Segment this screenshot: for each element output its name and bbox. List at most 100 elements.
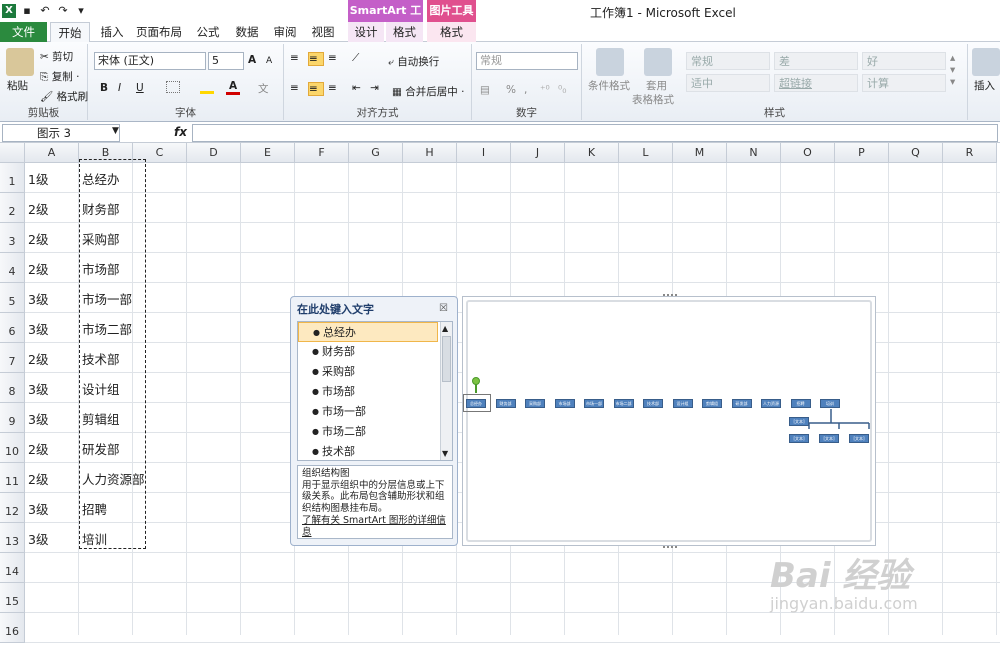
conditional-format-icon[interactable] <box>596 48 624 76</box>
org-chart-node[interactable]: 培训 <box>820 399 840 408</box>
text-pane-item[interactable]: 技术部 <box>298 442 438 460</box>
paste-icon[interactable] <box>6 48 34 76</box>
org-chart-node[interactable]: 设计组 <box>672 399 693 408</box>
text-pane-item[interactable]: 采购部 <box>298 362 438 382</box>
org-chart-node[interactable]: 总经办 <box>466 399 486 408</box>
cell-level[interactable]: 3级 <box>26 525 48 555</box>
row-header[interactable]: 3 <box>0 223 25 253</box>
customize-qat-icon[interactable]: ▾ <box>74 4 88 18</box>
column-header[interactable]: D <box>187 143 241 163</box>
row-header[interactable]: 12 <box>0 493 25 523</box>
column-header[interactable]: J <box>511 143 565 163</box>
style-neutral[interactable]: 适中 <box>686 74 770 92</box>
org-chart-node[interactable]: 财务部 <box>495 399 516 408</box>
row-header[interactable]: 1 <box>0 163 25 193</box>
org-chart-node[interactable]: 市场一部 <box>584 399 604 408</box>
styles-scroll-icon[interactable]: ▴ ▾ ▾ <box>950 52 955 88</box>
align-bottom-icon[interactable]: ≡ <box>328 52 344 66</box>
cell-level[interactable]: 3级 <box>26 405 48 435</box>
row-header[interactable]: 7 <box>0 343 25 373</box>
row-header[interactable]: 9 <box>0 403 25 433</box>
increase-decimal-icon[interactable]: ⁺⁰ <box>540 84 550 96</box>
excel-logo-icon[interactable]: X <box>2 4 16 18</box>
cell-level[interactable]: 3级 <box>26 315 48 345</box>
resize-handle-bottom[interactable] <box>663 544 677 548</box>
align-right-icon[interactable]: ≡ <box>328 82 344 96</box>
rotate-handle[interactable] <box>472 377 480 385</box>
percent-button[interactable]: % <box>506 84 516 96</box>
cell-level[interactable]: 2级 <box>26 345 48 375</box>
text-pane-item[interactable]: 市场二部 <box>298 422 438 442</box>
row-header[interactable]: 14 <box>0 553 25 583</box>
row-header[interactable]: 13 <box>0 523 25 553</box>
decrease-indent-icon[interactable]: ⇤ <box>352 82 361 94</box>
scroll-down-icon[interactable]: ▼ <box>442 449 448 458</box>
text-pane-close-icon[interactable]: ☒ <box>439 303 448 314</box>
style-bad[interactable]: 差 <box>774 52 858 70</box>
cell-level[interactable]: 2级 <box>26 255 48 285</box>
org-chart-node[interactable]: 研发部 <box>731 399 752 408</box>
number-format-select[interactable]: 常规 <box>476 52 578 70</box>
undo-icon[interactable]: ↶ <box>38 4 52 18</box>
column-header[interactable]: E <box>241 143 295 163</box>
text-pane-list[interactable]: 总经办财务部采购部市场部市场一部市场二部技术部 ▲ ▼ <box>297 321 453 461</box>
comma-button[interactable]: , <box>524 84 527 96</box>
row-header[interactable]: 11 <box>0 463 25 493</box>
tab-page-layout[interactable]: 页面布局 <box>133 22 185 42</box>
text-pane-scrollbar[interactable]: ▲ ▼ <box>440 322 452 460</box>
wrap-text-button[interactable]: ⤶ 自动换行 <box>388 54 439 69</box>
italic-button[interactable]: I <box>118 82 121 94</box>
cell-level[interactable]: 3级 <box>26 495 48 525</box>
text-pane-item[interactable]: 总经办 <box>298 322 438 343</box>
conditional-format-button[interactable]: 条件格式 <box>588 78 630 93</box>
learn-more-link[interactable]: 了解有关 SmartArt 图形的详细信息 <box>302 515 448 538</box>
org-chart-node[interactable]: 招聘 <box>790 399 811 408</box>
row-header[interactable]: 2 <box>0 193 25 223</box>
cell-level[interactable]: 2级 <box>26 435 48 465</box>
style-normal[interactable]: 常规 <box>686 52 770 70</box>
bold-button[interactable]: B <box>100 82 108 94</box>
row-header[interactable]: 6 <box>0 313 25 343</box>
cut-button[interactable]: ✂ 剪切 <box>40 49 73 64</box>
org-chart-node[interactable]: 技术部 <box>643 399 663 408</box>
cell-level[interactable]: 1级 <box>26 165 48 195</box>
column-header[interactable]: F <box>295 143 349 163</box>
cell-level[interactable]: 2级 <box>26 195 48 225</box>
align-middle-icon[interactable]: ≡ <box>308 52 324 66</box>
smartart-text-pane[interactable]: 在此处键入文字 ☒ 总经办财务部采购部市场部市场一部市场二部技术部 ▲ ▼ 组织… <box>290 296 458 546</box>
redo-icon[interactable]: ↷ <box>56 4 70 18</box>
border-icon[interactable] <box>166 81 180 93</box>
tab-smartart-design[interactable]: 设计 <box>348 22 384 42</box>
select-all-corner[interactable] <box>0 143 25 163</box>
insert-function-button[interactable]: fx <box>174 125 187 139</box>
insert-cells-button[interactable]: 插入 <box>974 78 995 93</box>
org-chart-node[interactable]: 市场部 <box>554 399 575 408</box>
increase-indent-icon[interactable]: ⇥ <box>370 82 379 94</box>
scroll-thumb[interactable] <box>442 336 451 382</box>
tab-file[interactable]: 文件 <box>0 22 47 42</box>
row-header[interactable]: 4 <box>0 253 25 283</box>
text-pane-item[interactable]: 财务部 <box>298 342 438 362</box>
org-chart-node[interactable]: 采购部 <box>525 399 545 408</box>
decrease-decimal-icon[interactable]: ⁰₀ <box>558 84 566 96</box>
merge-center-button[interactable]: ▦ 合并后居中 · <box>392 84 464 99</box>
name-box-dropdown-icon[interactable]: ▼ <box>112 126 119 136</box>
copy-button[interactable]: ⎘ 复制 · <box>40 69 79 84</box>
org-chart-node[interactable]: 市场二部 <box>613 399 634 408</box>
insert-cells-icon[interactable] <box>972 48 1000 76</box>
row-header[interactable]: 15 <box>0 583 25 613</box>
column-header[interactable]: G <box>349 143 403 163</box>
text-pane-item[interactable]: 市场一部 <box>298 402 438 422</box>
font-size-select[interactable]: 5 <box>208 52 244 70</box>
column-header[interactable]: A <box>25 143 79 163</box>
column-header[interactable]: N <box>727 143 781 163</box>
fill-color-icon[interactable] <box>200 82 214 94</box>
currency-icon[interactable]: ▤ <box>480 84 490 96</box>
column-header[interactable]: K <box>565 143 619 163</box>
cell-level[interactable]: 3级 <box>26 285 48 315</box>
resize-handle-top[interactable] <box>663 294 677 298</box>
paste-button[interactable]: 粘贴 <box>7 78 28 93</box>
format-as-table-button[interactable]: 套用 <box>646 78 667 93</box>
grow-font-button[interactable]: A <box>248 54 256 66</box>
tab-data[interactable]: 数据 <box>230 22 264 42</box>
